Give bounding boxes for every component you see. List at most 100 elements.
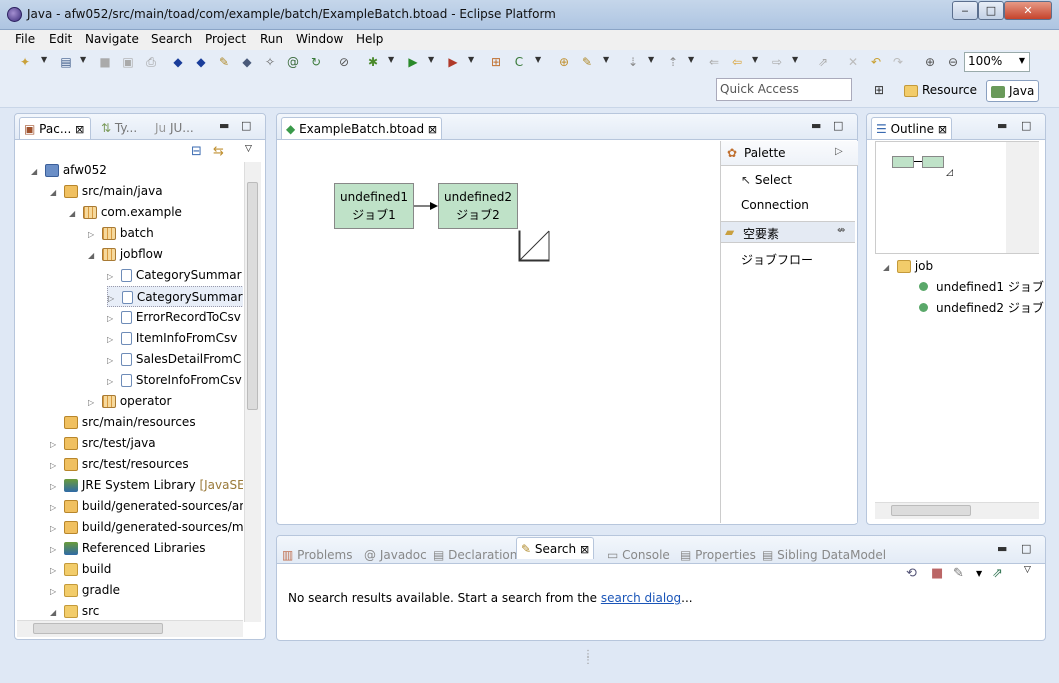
tree-item[interactable]: ▷ ErrorRecordToCsv — [107, 307, 241, 328]
undo-icon[interactable]: ↶ — [868, 54, 884, 70]
tree-item[interactable]: ▷ Referenced Libraries — [50, 538, 206, 559]
new-file-dropdown-icon[interactable]: ▼ — [80, 55, 86, 64]
close-icon[interactable]: ⊠ — [938, 123, 947, 136]
tab-javadoc[interactable]: @ Javadoc — [364, 548, 427, 562]
minimize-icon[interactable]: ▬ — [997, 119, 1007, 132]
tree-item[interactable]: ▷ build/generated-sources/an — [50, 496, 243, 517]
menu-project[interactable]: Project — [205, 32, 246, 46]
back-icon[interactable]: ⇦ — [729, 54, 745, 70]
minimize-icon[interactable]: ▬ — [997, 542, 1007, 555]
tree-vertical-scrollbar[interactable] — [244, 162, 261, 622]
maximize-icon[interactable]: □ — [241, 119, 251, 132]
outline-thumbnail[interactable]: ◿ — [875, 141, 1039, 254]
tree-hscroll-thumb[interactable] — [33, 623, 163, 634]
new-icon[interactable]: ✦ — [17, 54, 33, 70]
external-tools-dropdown-icon[interactable]: ▼ — [468, 55, 474, 64]
expand-toggle-icon[interactable]: ▷ — [50, 560, 60, 581]
next-annotation-dropdown-icon[interactable]: ▼ — [648, 55, 654, 64]
menu-search[interactable]: Search — [151, 32, 192, 46]
tab-outline[interactable]: ☰ Outline ⊠ — [871, 117, 953, 139]
last-edit-icon[interactable]: ⇐ — [706, 54, 722, 70]
status-grip-icon[interactable]: ⋮ ⋮ — [583, 650, 593, 666]
close-button[interactable]: ✕ — [1004, 1, 1052, 20]
outline-item[interactable]: undefined2 ジョブ — [919, 298, 1044, 319]
search-dialog-link[interactable]: search dialog — [601, 591, 681, 605]
pin-icon[interactable]: ⇗ — [815, 54, 831, 70]
outline-horizontal-scrollbar[interactable] — [875, 502, 1039, 519]
expand-toggle-icon[interactable]: ▷ — [50, 581, 60, 602]
tab-package-explorer[interactable]: ▣ Pac... ⊠ — [19, 117, 91, 139]
tree-item[interactable]: ▷ src/test/resources — [50, 454, 189, 475]
expand-toggle-icon[interactable]: ◢ — [69, 203, 79, 224]
expand-toggle-icon[interactable]: ◢ — [31, 161, 41, 182]
new-file-icon[interactable]: ▤ — [58, 54, 74, 70]
expand-toggle-icon[interactable]: ▷ — [107, 308, 117, 329]
expand-toggle-icon[interactable]: ▷ — [107, 371, 117, 392]
maximize-icon[interactable]: □ — [833, 119, 843, 132]
drawer-pin-icon[interactable]: ⇎ — [837, 225, 845, 236]
menu-edit[interactable]: Edit — [49, 32, 72, 46]
external-tools-icon[interactable]: ▶ — [445, 54, 461, 70]
outline-hscroll-thumb[interactable] — [891, 505, 971, 516]
new-class-icon[interactable]: C — [511, 54, 527, 70]
zoom-in-icon[interactable]: ⊕ — [922, 54, 938, 70]
tree-horizontal-scrollbar[interactable] — [17, 620, 243, 637]
close-icon[interactable]: ⊠ — [75, 123, 84, 136]
forward-dropdown-icon[interactable]: ▼ — [792, 55, 798, 64]
minimize-icon[interactable]: ▬ — [811, 119, 821, 132]
menu-navigate[interactable]: Navigate — [85, 32, 139, 46]
menu-window[interactable]: Window — [296, 32, 343, 46]
search-history-dropdown-icon[interactable]: ▼ — [976, 569, 982, 578]
open-perspective-icon[interactable]: ⊞ — [870, 80, 888, 102]
package-icon[interactable]: ⊞ — [488, 54, 504, 70]
debug-icon[interactable]: ✱ — [365, 54, 381, 70]
expand-toggle-icon[interactable]: ▷ — [50, 476, 60, 497]
debug-dropdown-icon[interactable]: ▼ — [388, 55, 394, 64]
collapse-all-icon[interactable]: ⊟ — [191, 144, 202, 159]
menu-run[interactable]: Run — [260, 32, 283, 46]
delete-icon[interactable]: ✕ — [845, 54, 861, 70]
search-tool-icon[interactable]: ✎ — [579, 54, 595, 70]
tree-item[interactable]: ◢ src/main/java — [50, 181, 163, 202]
cancel-search-icon[interactable]: ■ — [931, 566, 943, 581]
generate-icon[interactable]: ✎ — [216, 54, 232, 70]
tree-item[interactable]: ▷ operator — [88, 391, 171, 412]
expand-toggle-icon[interactable]: ▷ — [88, 392, 98, 413]
open-type-icon[interactable]: ⊕ — [556, 54, 572, 70]
expand-toggle-icon[interactable]: ▷ — [88, 224, 98, 245]
outline-root[interactable]: ◢ job — [883, 256, 933, 277]
forward-icon[interactable]: ⇨ — [769, 54, 785, 70]
tree-item[interactable]: ▷ SalesDetailFromC — [107, 349, 241, 370]
minimize-button[interactable]: ‒ — [952, 1, 978, 20]
palette-drawer-header[interactable]: ▰ 空要素 ⇎ — [721, 221, 855, 243]
palette-collapse-icon[interactable]: ▷ — [835, 146, 843, 157]
expand-toggle-icon[interactable]: ◢ — [50, 182, 60, 203]
prev-annotation-dropdown-icon[interactable]: ▼ — [688, 55, 694, 64]
tree-item[interactable]: ◢ afw052 — [31, 160, 107, 181]
expand-toggle-icon[interactable]: ▷ — [50, 455, 60, 476]
palette-jobflow-tool[interactable]: ジョブフロー — [741, 251, 813, 268]
pin-view-icon[interactable]: ⇗ — [992, 566, 1003, 581]
expand-toggle-icon[interactable]: ▷ — [50, 434, 60, 455]
tree-item[interactable]: ▷ batch — [88, 223, 154, 244]
build-icon[interactable]: ◆ — [170, 54, 186, 70]
palette-header[interactable]: ✿ Palette ▷ — [721, 141, 858, 166]
perspective-resource[interactable]: Resource — [900, 80, 981, 102]
save-all-icon[interactable]: ▣ — [120, 54, 136, 70]
tree-item[interactable]: ▷ src/test/java — [50, 433, 156, 454]
maximize-button[interactable]: □ — [978, 1, 1004, 20]
build-all-icon[interactable]: ◆ — [193, 54, 209, 70]
tree-item[interactable]: ▷ build — [50, 559, 111, 580]
next-annotation-icon[interactable]: ⇣ — [625, 54, 641, 70]
deploy-icon[interactable]: ◆ — [239, 54, 255, 70]
expand-toggle-icon[interactable]: ▷ — [107, 350, 117, 371]
perspective-java[interactable]: Java — [986, 80, 1040, 102]
tree-item[interactable]: src/main/resources — [50, 412, 196, 433]
expand-icon[interactable]: ◢ — [883, 257, 893, 278]
expand-toggle-icon[interactable]: ▷ — [50, 518, 60, 539]
quick-access-input[interactable]: Quick Access — [716, 78, 852, 101]
tool-icon[interactable]: ✧ — [262, 54, 278, 70]
tree-item[interactable]: ▷ ItemInfoFromCsv — [107, 328, 237, 349]
search-history-icon[interactable]: ✎ — [953, 566, 964, 581]
view-menu-icon[interactable]: ▽ — [1024, 565, 1031, 575]
